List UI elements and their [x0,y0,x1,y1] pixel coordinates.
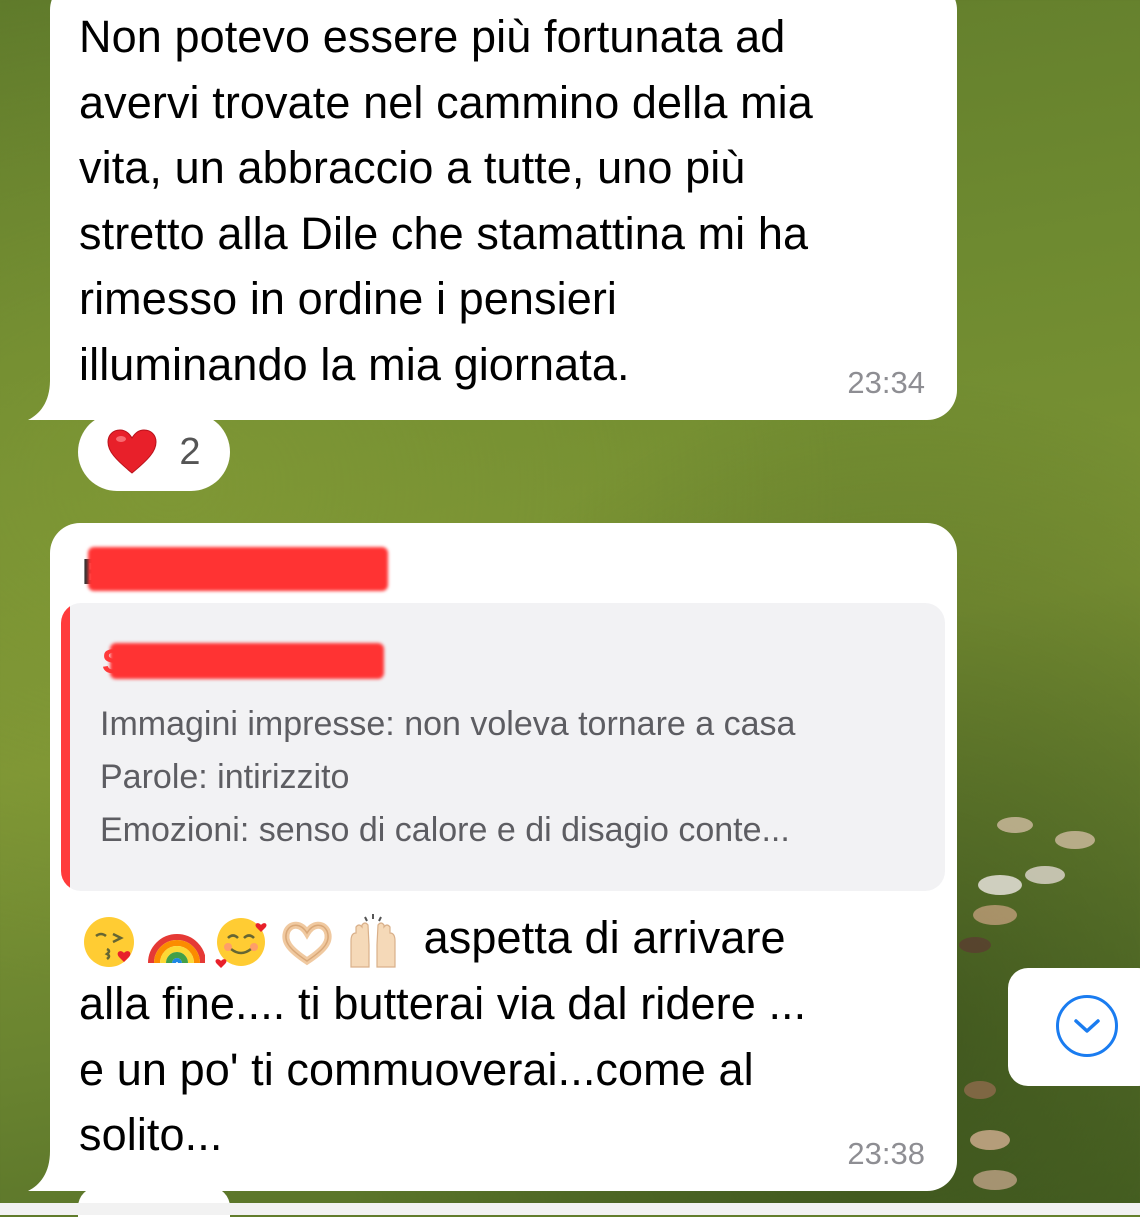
emoji-group [79,911,403,971]
chevron-down-icon [1074,1019,1100,1033]
message-text: aspetta di arrivare alla fine.... ti but… [79,905,939,1168]
message-timestamp: 23:38 [847,1136,925,1171]
reaction-badge[interactable]: 2 [78,413,230,491]
face-blowing-kiss-icon [84,917,134,968]
message-line: e un po' ti commuoverai...come al [79,1043,754,1095]
quote-line: Immagini impresse: non voleva tornare a … [100,705,796,743]
message-bubble[interactable]: E S Immagini impresse: non voleva tornar… [50,523,957,1191]
message-line: solito... [79,1109,223,1161]
message-line: alla fine.... ti butterai via dal ridere… [79,978,807,1030]
raising-hands-icon [350,914,396,968]
sender-name[interactable]: E [80,543,400,595]
message-line-with-emojis: aspetta di arrivare [79,905,939,971]
heart-hands-icon [282,921,332,966]
message-line: avervi trovate nel cammino della mia [79,76,813,128]
chevron-down-circle-icon [1056,995,1118,1057]
scroll-to-bottom-button[interactable] [1008,968,1140,1086]
message-text: Non potevo essere più fortunata ad averv… [79,4,939,397]
redaction-mark [88,547,388,591]
message-line: illuminando la mia giornata. [79,338,630,390]
message-line: Non potevo essere più fortunata ad [79,11,786,62]
reaction-count: 2 [179,430,201,473]
bottom-bar-edge [0,1203,1140,1215]
quote-line: Emozioni: senso di calore e di disagio c… [100,811,790,849]
message-line: vita, un abbraccio a tutte, uno più [79,142,746,193]
quote-line: Parole: intirizzito [100,758,350,796]
message-line: aspetta di arrivare [423,912,786,963]
rainbow-icon [148,934,205,964]
message-timestamp: 23:34 [847,365,925,400]
message-line: rimesso in ordine i pensieri [79,273,618,324]
bubble-tail [22,380,82,420]
quoted-message[interactable]: S Immagini impresse: non voleva tornare … [61,603,945,891]
redaction-mark [110,643,384,679]
message-bubble[interactable]: Non potevo essere più fortunata ad averv… [50,0,957,420]
quote-accent-bar [61,603,70,891]
bubble-tail [22,1151,82,1191]
smiling-face-with-hearts-icon [215,918,267,969]
quote-author: S [100,639,390,683]
message-line: stretto alla Dile che stamattina mi ha [79,207,809,259]
red-heart-icon [107,429,157,474]
